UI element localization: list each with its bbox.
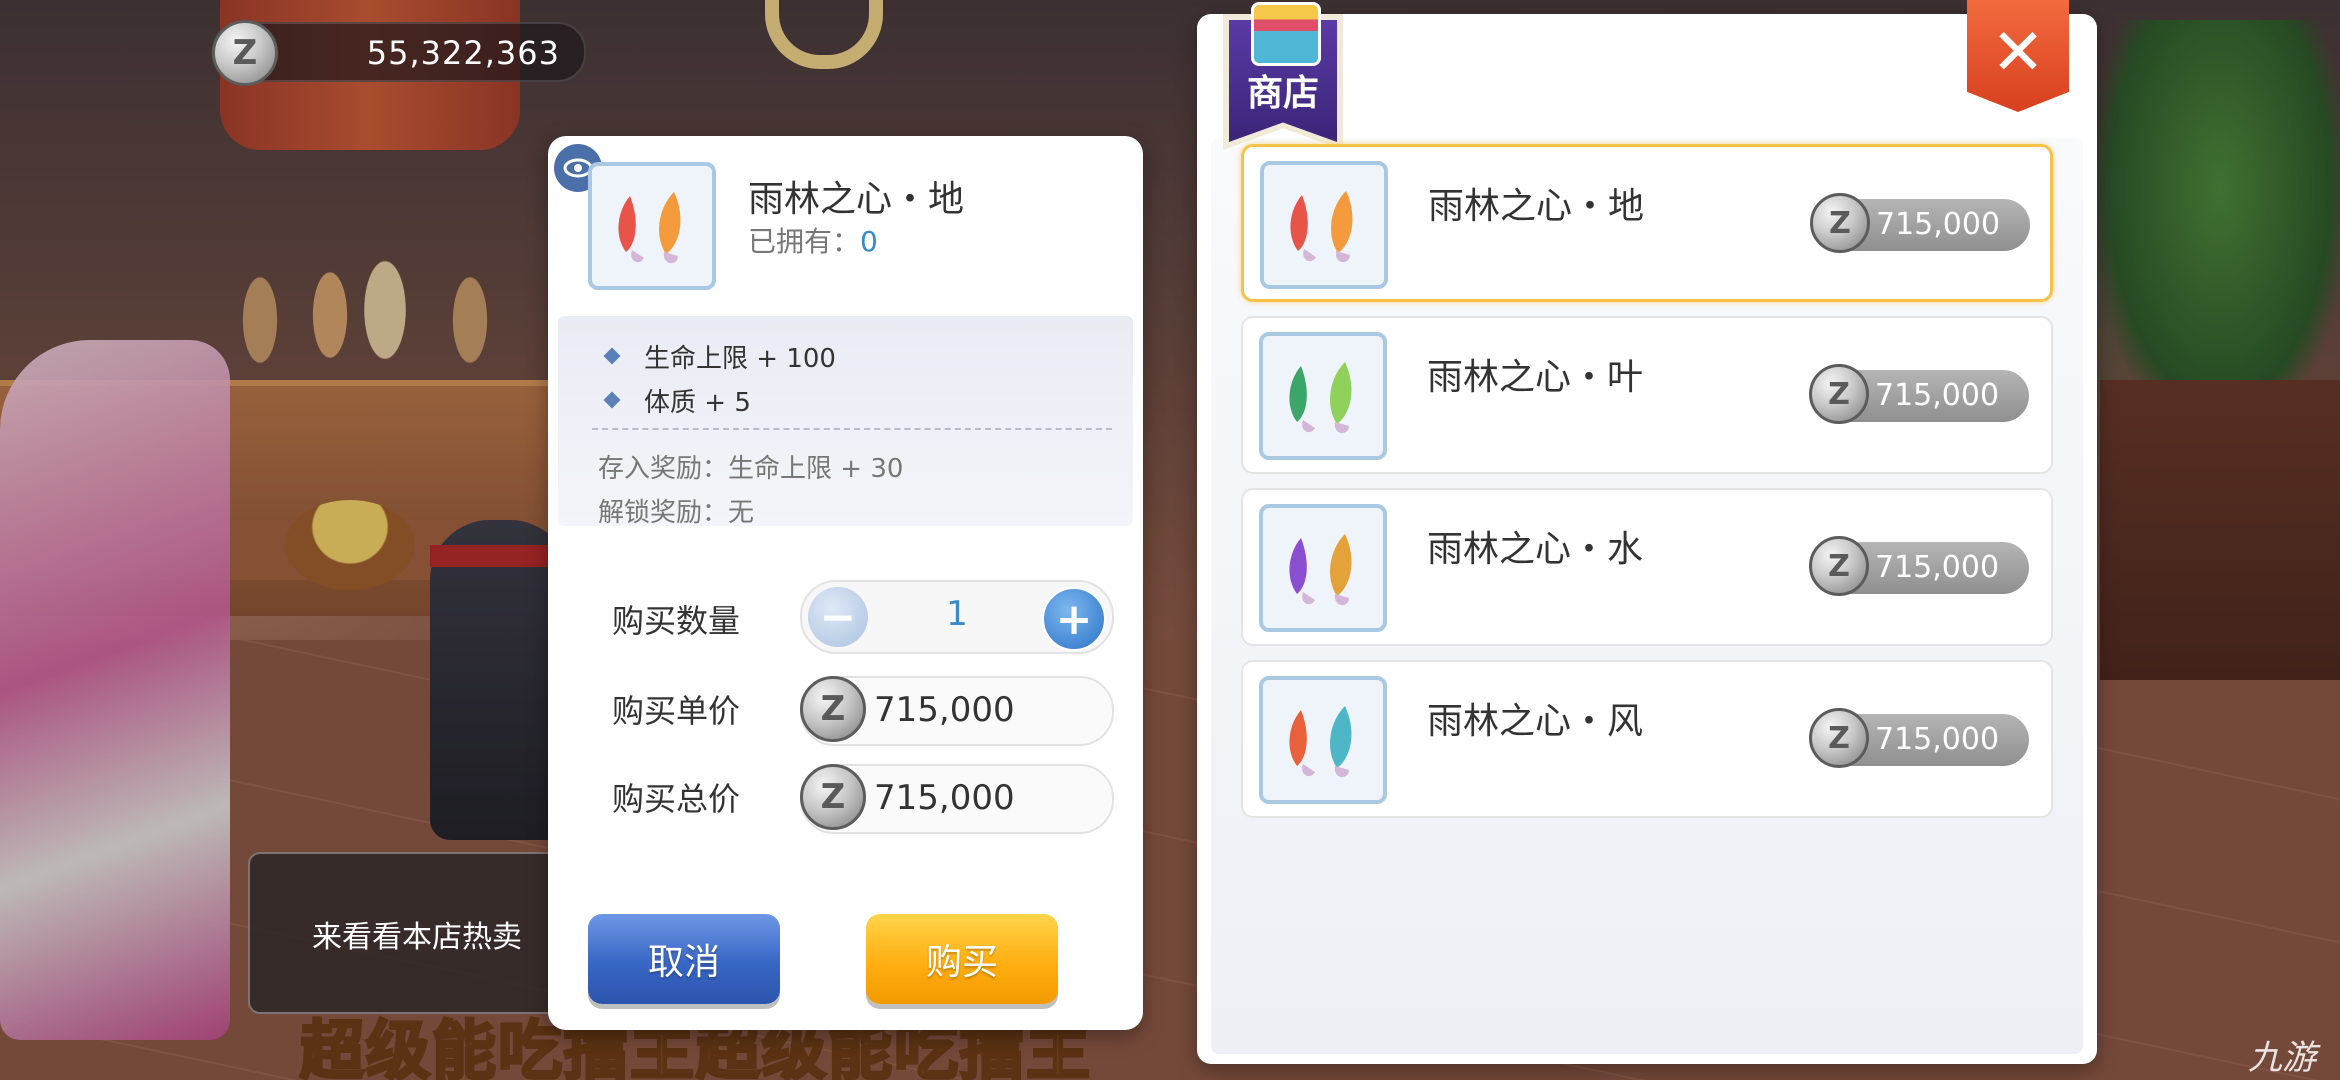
unit-price-value: 715,000 — [874, 690, 1015, 730]
shop-item-price: Z 715,000 — [1809, 536, 2029, 596]
close-icon: ✕ — [1991, 16, 2045, 90]
shop-item[interactable]: 雨林之心・水 Z 715,000 — [1241, 488, 2053, 646]
owned-label: 已拥有： — [748, 225, 861, 258]
buy-label: 购买 — [925, 942, 998, 983]
currency-display: Z 55,322,363 — [212, 20, 586, 86]
attribute-line: 生命上限 + 100 — [644, 344, 836, 374]
total-price-value: 715,000 — [874, 778, 1015, 818]
unlock-reward: 解锁奖励：无 — [598, 498, 755, 528]
zeny-coin-icon: Z — [800, 676, 866, 742]
shop-item-name: 雨林之心・地 — [1428, 186, 1645, 227]
item-icon — [588, 162, 716, 290]
attribute-line: 体质 + 5 — [644, 388, 751, 418]
total-price-label: 购买总价 — [612, 780, 741, 818]
buy-button[interactable]: 购买 — [866, 914, 1058, 1004]
divider — [592, 428, 1112, 430]
shop-item-price-value: 715,000 — [1875, 550, 2000, 585]
zeny-coin-icon: Z — [1809, 364, 1869, 424]
item-name: 雨林之心・地 — [748, 179, 965, 220]
unit-price-label: 购买单价 — [612, 692, 741, 730]
item-icon — [1259, 676, 1387, 804]
shop-item-name: 雨林之心・水 — [1427, 529, 1644, 570]
shop-item-price: Z 715,000 — [1809, 708, 2029, 768]
shop-item-price-value: 715,000 — [1875, 722, 2000, 757]
close-button[interactable]: ✕ — [1967, 0, 2069, 112]
quantity-label: 购买数量 — [612, 602, 741, 640]
quantity-stepper: − 1 + — [800, 580, 1114, 654]
npc-chat-bubble[interactable]: 来看看本店热卖 — [248, 852, 572, 1014]
owned-count: 已拥有：0 — [748, 220, 878, 260]
attribute-panel: 生命上限 + 100 体质 + 5 存入奖励：生命上限 + 30 解锁奖励：无 — [558, 316, 1133, 528]
watermark-logo: 九游 — [2248, 1038, 2316, 1078]
purchase-dialog: 雨林之心・地 已拥有：0 生命上限 + 100 体质 + 5 存入奖励：生命上限… — [548, 136, 1143, 1030]
shop-title-banner: 商店 — [1213, 2, 1353, 154]
cancel-button[interactable]: 取消 — [588, 914, 780, 1004]
unit-price-field: Z 715,000 — [800, 676, 1114, 746]
bullet-diamond-icon — [603, 347, 621, 365]
shop-title: 商店 — [1246, 73, 1319, 114]
shop-stall-icon — [1251, 2, 1321, 66]
shop-item-price: Z 715,000 — [1810, 193, 2030, 253]
zeny-coin-icon: Z — [1810, 193, 1870, 253]
shop-item-name: 雨林之心・风 — [1427, 701, 1644, 742]
total-price-field: Z 715,000 — [800, 764, 1114, 834]
shop-item[interactable]: 雨林之心・地 Z 715,000 — [1241, 144, 2053, 302]
currency-amount: 55,322,363 — [366, 34, 560, 72]
shop-item-price: Z 715,000 — [1809, 364, 2029, 424]
item-icon — [1259, 504, 1387, 632]
item-icon — [1260, 161, 1388, 289]
zeny-coin-icon: Z — [800, 764, 866, 830]
shop-panel: 商店 ✕ 雨林之心・地 Z 715,000 雨林之心・叶 Z 715,000 雨… — [1197, 0, 2097, 1064]
shop-item-price-value: 715,000 — [1875, 378, 2000, 413]
chat-text: 来看看本店热卖 — [312, 920, 522, 955]
cancel-label: 取消 — [647, 942, 720, 983]
increase-quantity-button[interactable]: + — [1042, 587, 1106, 651]
shop-item-name: 雨林之心・叶 — [1427, 357, 1644, 398]
zeny-coin-icon: Z — [212, 20, 278, 86]
owned-value: 0 — [860, 225, 878, 258]
item-icon — [1259, 332, 1387, 460]
zeny-coin-icon: Z — [1809, 536, 1869, 596]
shop-item-price-value: 715,000 — [1876, 207, 2001, 242]
shop-item[interactable]: 雨林之心・风 Z 715,000 — [1241, 660, 2053, 818]
bullet-diamond-icon — [603, 391, 621, 409]
zeny-coin-icon: Z — [1809, 708, 1869, 768]
shop-item[interactable]: 雨林之心・叶 Z 715,000 — [1241, 316, 2053, 474]
store-reward: 存入奖励：生命上限 + 30 — [598, 454, 904, 484]
